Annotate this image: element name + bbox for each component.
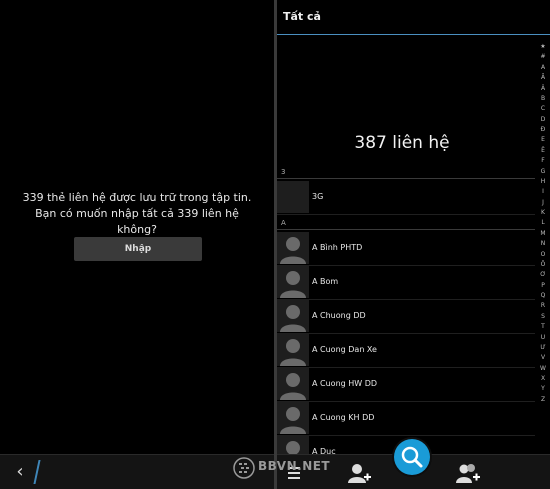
avatar-placeholder-icon xyxy=(277,368,309,400)
index-letter[interactable]: B xyxy=(541,95,545,102)
search-icon xyxy=(401,446,423,468)
index-letter[interactable]: Z xyxy=(541,396,545,403)
index-letter[interactable]: Q xyxy=(541,292,546,299)
contact-row[interactable]: A Cuong KH DD xyxy=(277,401,535,436)
index-letter[interactable]: M xyxy=(540,230,545,237)
avatar-placeholder-icon xyxy=(277,266,309,298)
section-header-a: A xyxy=(281,219,286,227)
index-letter[interactable]: Ê xyxy=(541,147,545,154)
index-letter[interactable]: Y xyxy=(541,385,545,392)
blackberry-logo-icon xyxy=(233,457,255,479)
import-panel: 339 thẻ liên hệ được lưu trữ trong tập t… xyxy=(0,0,274,489)
section-header-3: 3 xyxy=(281,168,286,176)
index-letter[interactable]: Â xyxy=(541,85,545,92)
contact-row[interactable]: A Bình PHTD xyxy=(277,231,535,266)
index-letter[interactable]: J xyxy=(542,199,544,206)
section-divider xyxy=(277,178,535,179)
contacts-header: Tất cả xyxy=(277,0,550,35)
contact-row[interactable]: 3G xyxy=(277,180,535,215)
index-letter[interactable]: E xyxy=(541,136,545,143)
contacts-panel: Tất cả 387 liên hệ 3 3G A A Bình PHTD A … xyxy=(277,0,550,489)
section-divider xyxy=(277,229,535,230)
index-letter[interactable]: ★ xyxy=(540,43,545,50)
index-letter[interactable]: C xyxy=(541,105,545,112)
index-letter[interactable]: F xyxy=(541,157,544,164)
contact-row[interactable]: A Bom xyxy=(277,265,535,300)
contact-row[interactable]: A Chuong DD xyxy=(277,299,535,334)
index-letter[interactable]: Đ xyxy=(541,126,546,133)
index-letter[interactable]: X xyxy=(541,375,545,382)
index-letter[interactable]: U xyxy=(541,334,545,341)
alphabet-index[interactable]: ★ # A Ă Â B C D Đ E Ê F G H I J K L M N O Ô Ơ P Q R S T U Ư V W X Y Z xyxy=(536,43,550,403)
contact-name: 3G xyxy=(312,192,324,201)
index-letter[interactable]: A xyxy=(541,64,545,71)
import-button[interactable]: Nhập xyxy=(74,237,202,261)
index-letter[interactable]: V xyxy=(541,354,545,361)
avatar-placeholder-icon xyxy=(277,300,309,332)
contact-name: A Cuong HW DD xyxy=(312,379,378,388)
contacts-title: Tất cả xyxy=(283,10,321,23)
index-letter[interactable]: H xyxy=(541,178,546,185)
index-letter[interactable]: D xyxy=(541,116,546,123)
contact-name: A Chuong DD xyxy=(312,311,366,320)
index-letter[interactable]: T xyxy=(541,323,545,330)
contact-row[interactable]: A Cuong HW DD xyxy=(277,367,535,402)
index-letter[interactable]: O xyxy=(541,251,546,258)
contact-count: 387 liên hệ xyxy=(354,133,450,153)
index-letter[interactable]: Ô xyxy=(541,261,546,268)
watermark: BBVN.NET xyxy=(258,459,331,473)
index-letter[interactable]: L xyxy=(541,219,544,226)
import-prompt: 339 thẻ liên hệ được lưu trữ trong tập t… xyxy=(22,191,252,236)
index-letter[interactable]: P xyxy=(541,282,545,289)
avatar-placeholder-icon xyxy=(277,232,309,264)
contact-name: A Cuong Dan Xe xyxy=(312,345,377,354)
index-letter[interactable]: Ư xyxy=(540,344,545,351)
avatar xyxy=(277,181,309,213)
contact-name: A Cuong KH DD xyxy=(312,413,375,422)
back-icon[interactable]: ‹ xyxy=(8,461,32,485)
add-contact-icon[interactable] xyxy=(347,461,371,485)
index-letter[interactable]: W xyxy=(540,365,546,372)
index-letter[interactable]: S xyxy=(541,313,545,320)
avatar-placeholder-icon xyxy=(277,402,309,434)
search-button[interactable] xyxy=(394,439,430,475)
avatar-placeholder-icon xyxy=(277,334,309,366)
index-letter[interactable]: # xyxy=(540,53,545,60)
index-letter[interactable]: K xyxy=(541,209,545,216)
index-letter[interactable]: Ơ xyxy=(540,271,545,278)
contact-name: A Bom xyxy=(312,277,339,286)
index-letter[interactable]: R xyxy=(541,302,545,309)
contact-name: A Bình PHTD xyxy=(312,243,363,252)
index-letter[interactable]: G xyxy=(541,168,546,175)
index-letter[interactable]: N xyxy=(541,240,546,247)
accent-divider xyxy=(33,460,41,484)
contact-row[interactable]: A Cuong Dan Xe xyxy=(277,333,535,368)
index-letter[interactable]: I xyxy=(542,188,544,195)
add-group-icon[interactable] xyxy=(456,461,480,485)
index-letter[interactable]: Ă xyxy=(541,74,545,81)
